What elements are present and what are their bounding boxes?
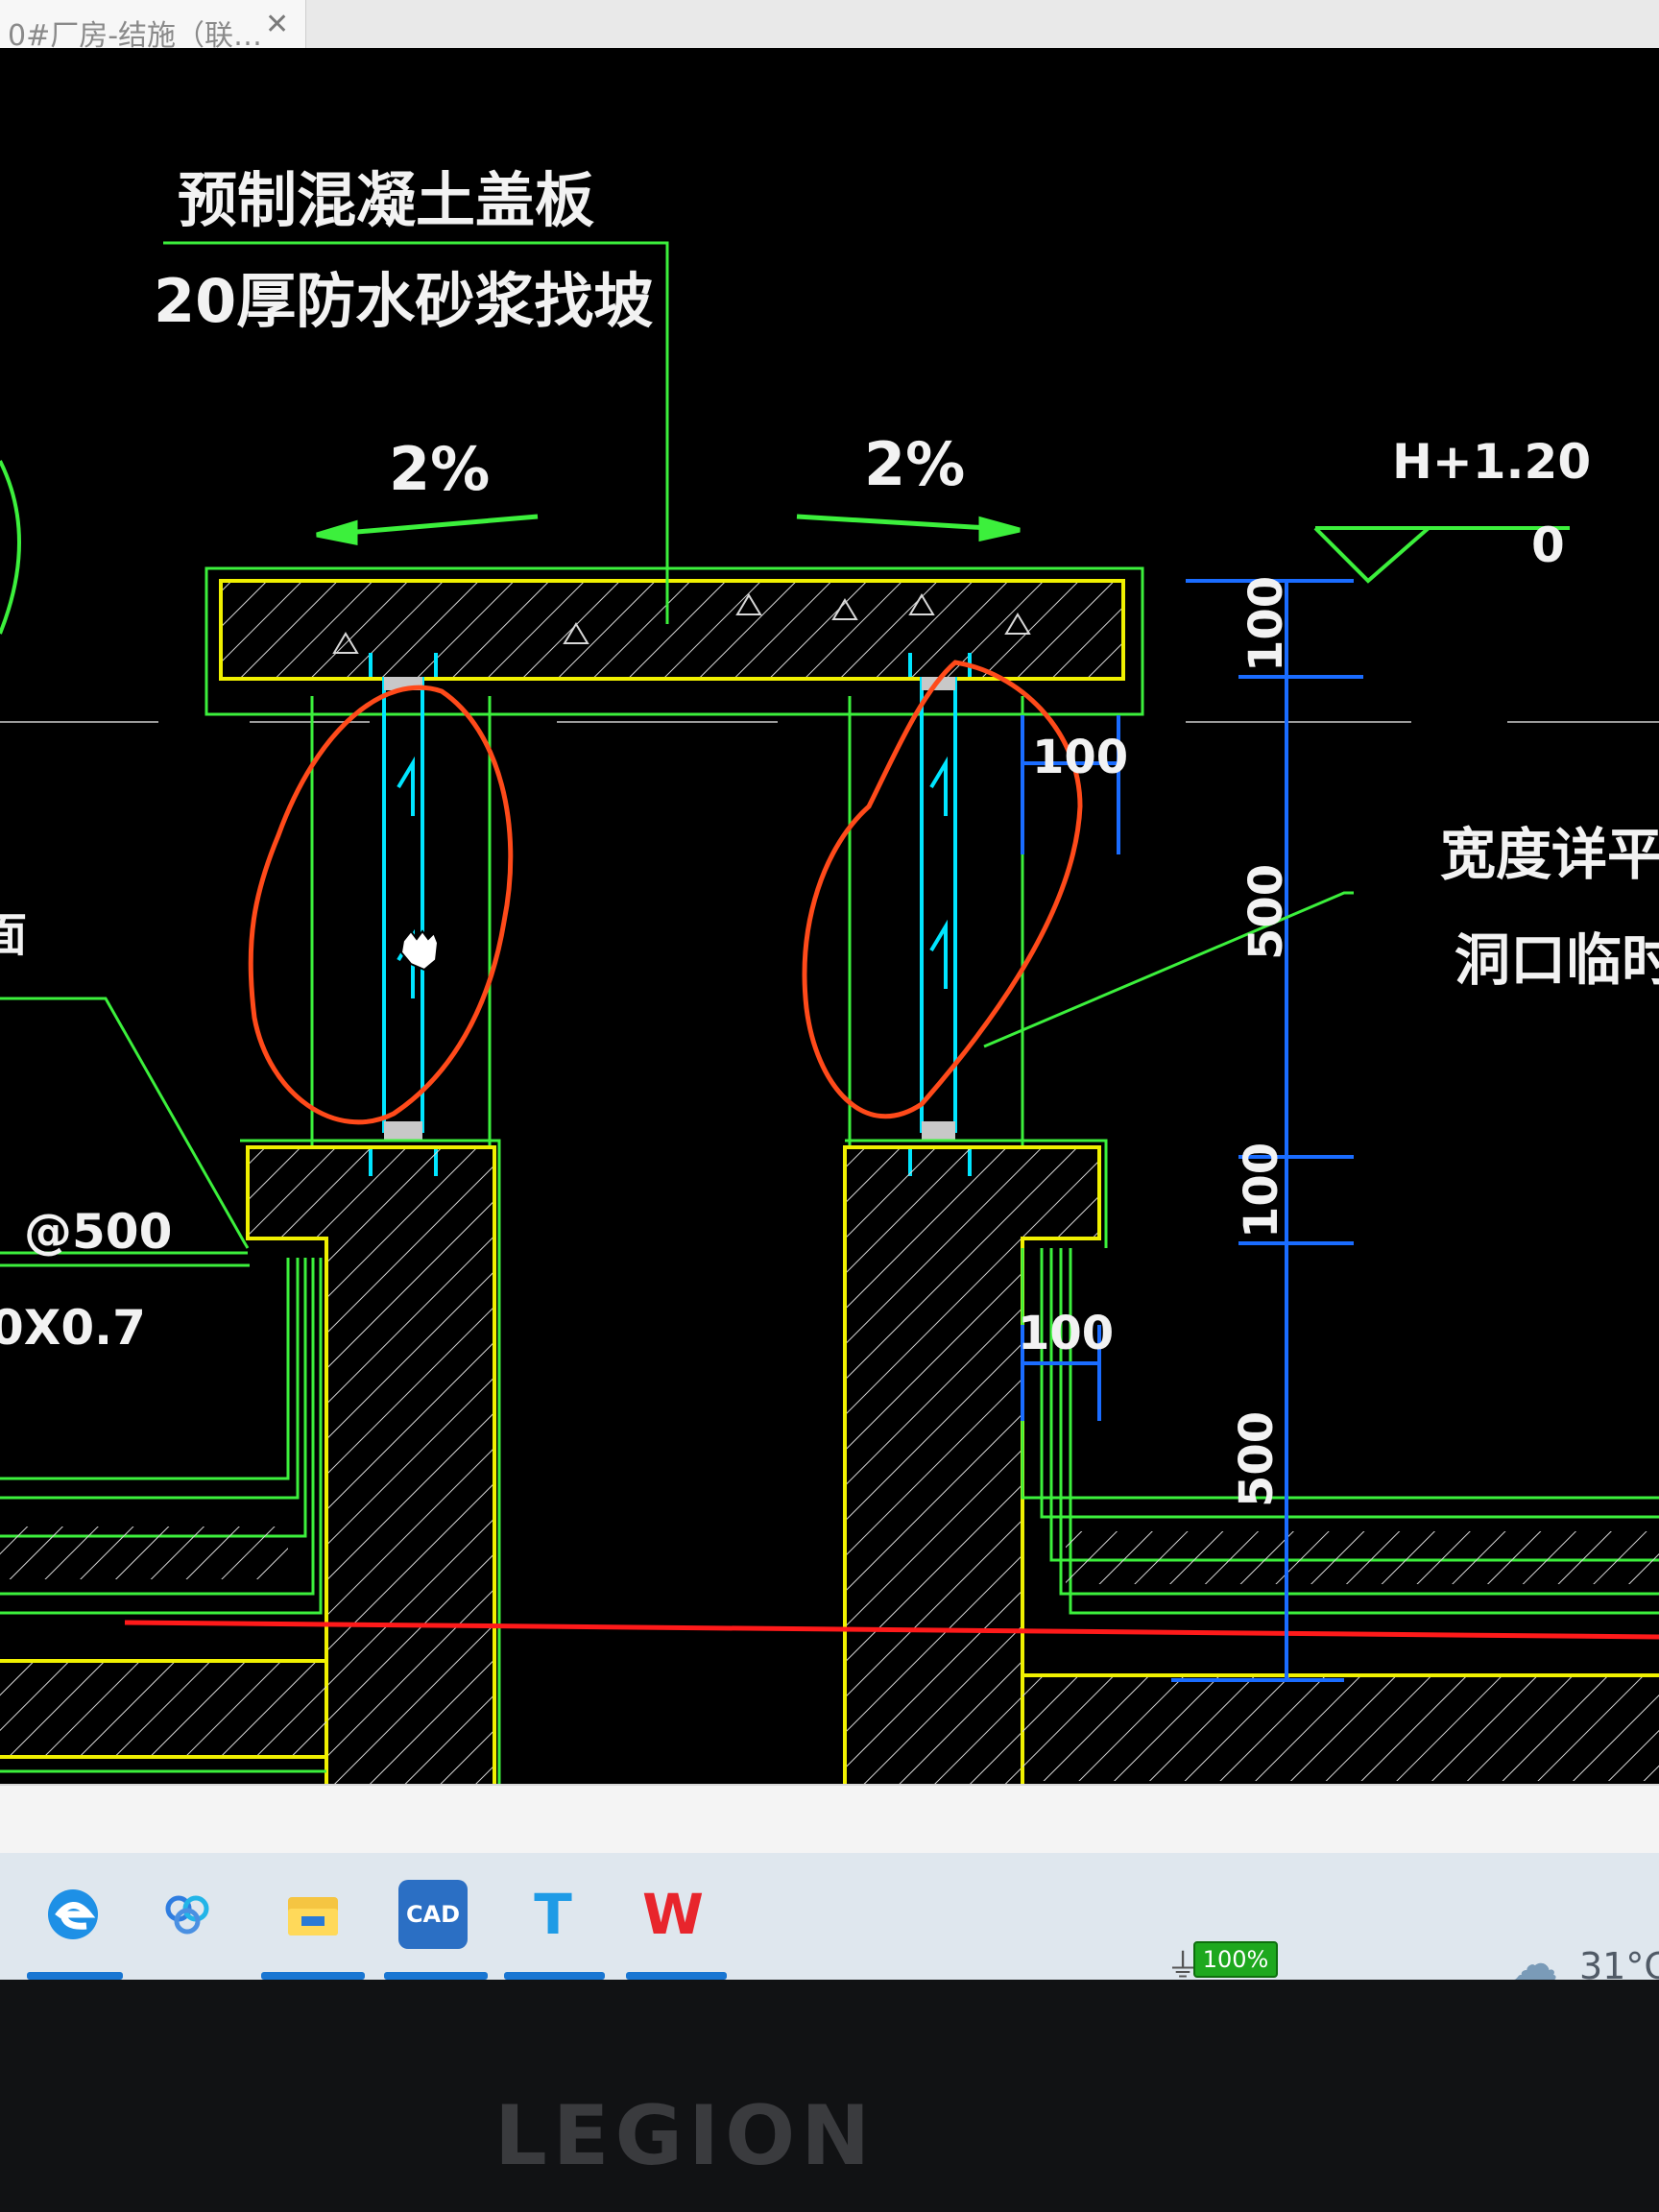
status-strip [0, 1784, 1659, 1855]
dim-100-inner-low: 100 [1018, 1307, 1114, 1360]
battery-level: 100% [1193, 1941, 1278, 1978]
temporary-frame-left [369, 653, 438, 1176]
cad-active-indicator [384, 1972, 488, 1980]
mortar-slope-note: 20厚防水砂浆找坡 [154, 266, 653, 336]
cad-drawing-canvas[interactable]: 预制混凝土盖板 20厚防水砂浆找坡 2% 2% H+1.20 0 100 500… [0, 48, 1659, 1805]
hand-cursor-icon [399, 929, 440, 972]
baidu-netdisk-icon[interactable] [154, 1880, 223, 1949]
cover-slab-note: 预制混凝土盖板 [178, 165, 594, 235]
dim-100-inner-top: 100 [1032, 731, 1128, 784]
temporary-frame-right [908, 653, 972, 1176]
width-see-plan-note: 宽度详平面图 [1440, 822, 1659, 887]
dim-500-low: 500 [1230, 1411, 1284, 1507]
elevation-zero-label: 0 [1531, 517, 1565, 573]
close-icon[interactable]: ✕ [265, 8, 289, 41]
file-explorer-icon[interactable] [278, 1880, 348, 1949]
slope-right-label: 2% [864, 429, 965, 499]
dim-100-top: 100 [1239, 576, 1293, 672]
explorer-active-indicator [261, 1972, 365, 1980]
cad-icon[interactable]: CAD [398, 1880, 468, 1949]
cad-label: CAD [405, 1901, 461, 1928]
edge-active-indicator [27, 1972, 123, 1980]
battery-indicator[interactable]: ⏚ 100% [1166, 1939, 1282, 1985]
wps-active-indicator [626, 1972, 727, 1980]
left-note-fragment-1: @500 [24, 1204, 172, 1260]
text-editor-active-indicator [504, 1972, 605, 1980]
slope-left-label: 2% [389, 434, 490, 504]
left-note-fragment-2: 0X0.7 [0, 1300, 146, 1356]
opening-temp-seal-note: 洞口临时封堵 [1455, 927, 1659, 993]
cover-slab [219, 579, 1125, 681]
dim-500-mid: 500 [1239, 864, 1293, 960]
cad-drawing: 预制混凝土盖板 20厚防水砂浆找坡 2% 2% H+1.20 0 100 500… [0, 165, 1659, 1805]
edge-icon[interactable] [38, 1880, 108, 1949]
taskbar: CAD T W [0, 1853, 1659, 1980]
brand-logo: LEGION [494, 2088, 877, 2184]
left-note-fragment-0: 面 [0, 908, 27, 962]
dim-100-mid: 100 [1235, 1142, 1288, 1238]
wps-icon[interactable]: W [638, 1880, 708, 1949]
elevation-label: H+1.20 [1392, 434, 1591, 490]
text-editor-icon[interactable]: T [518, 1880, 588, 1949]
